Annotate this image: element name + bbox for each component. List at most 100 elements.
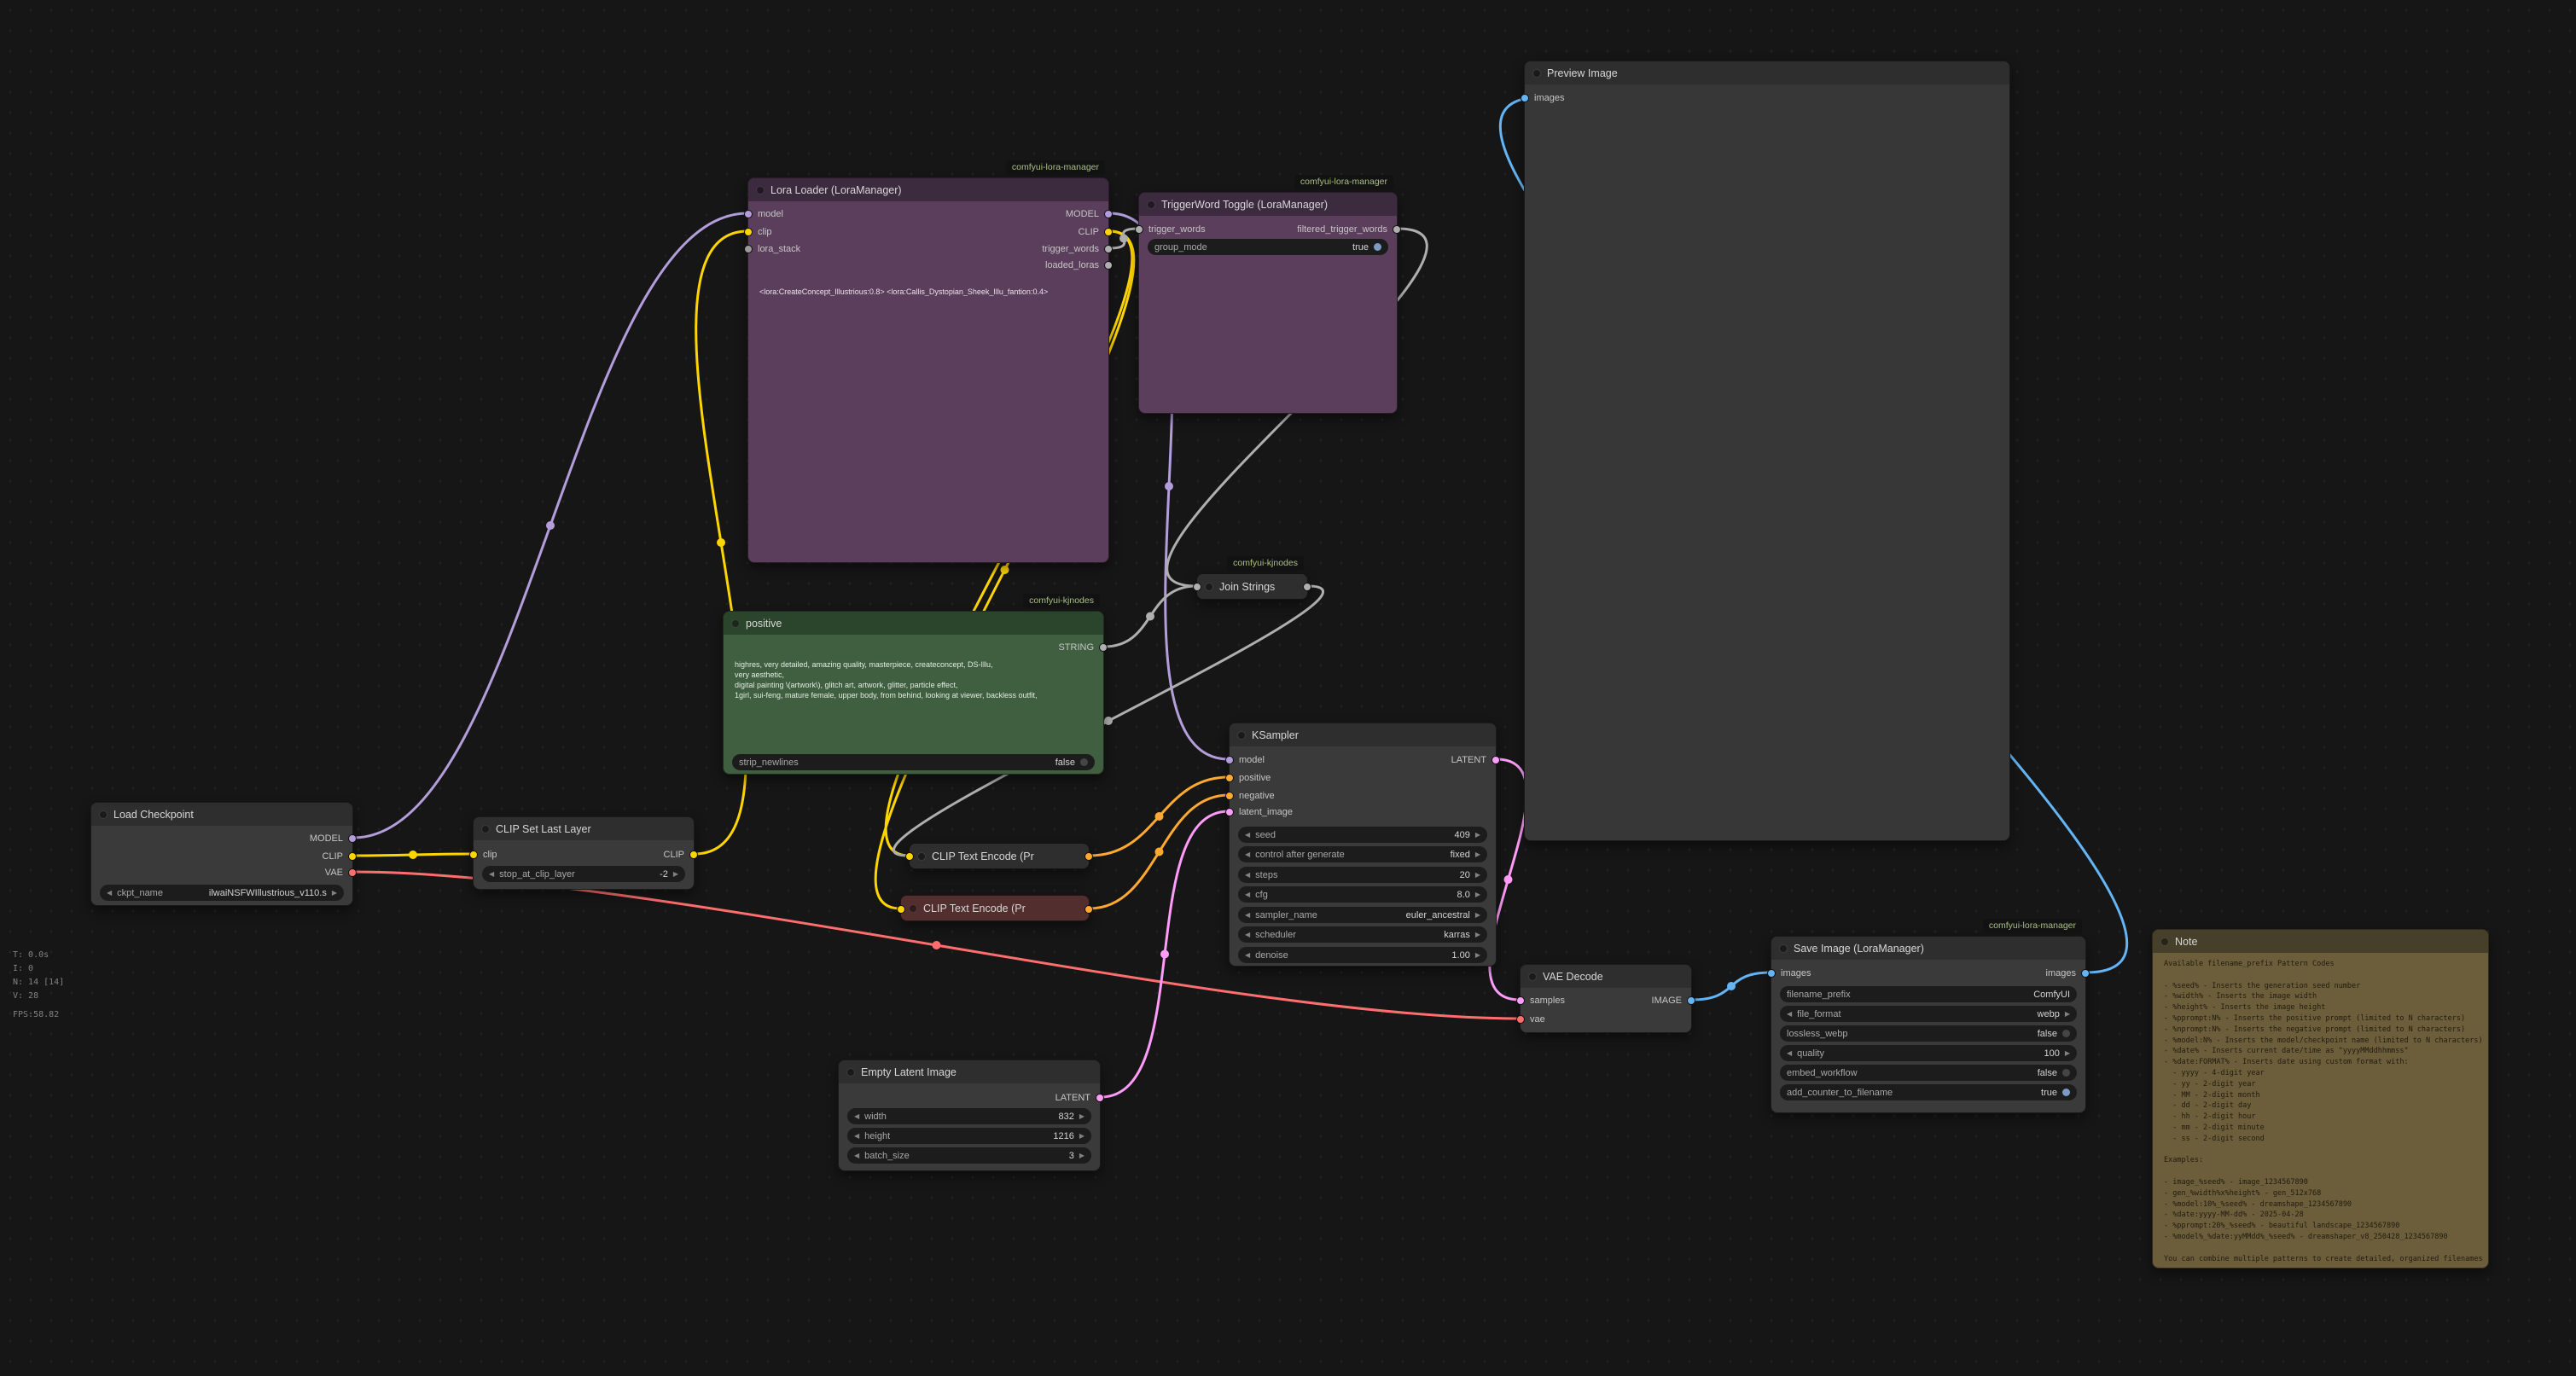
widget-strip_newlines[interactable]: strip_newlinesfalse [732, 754, 1095, 770]
collapse-dot-icon[interactable] [1237, 731, 1246, 740]
node-empty-latent-image[interactable]: Empty Latent Image LATENT◀width832▶◀heig… [838, 1060, 1101, 1171]
output-port-clip_text_encode_negative-dot[interactable] [1084, 905, 1093, 914]
input-port-images-dot[interactable] [1767, 969, 1776, 978]
input-port-clip-dot[interactable] [469, 851, 478, 859]
collapse-dot-icon[interactable] [1532, 69, 1541, 78]
node-clip-set-last-layer[interactable]: CLIP Set Last Layer clipCLIP◀stop_at_cli… [473, 816, 695, 890]
node-clip-text-encode-negative[interactable]: CLIP Text Encode (Pr [900, 895, 1090, 921]
widget-batch_size[interactable]: ◀batch_size3▶ [847, 1147, 1091, 1164]
node-join-strings[interactable]: comfyui-kjnodes Join Strings [1196, 573, 1308, 600]
widget-file_format[interactable]: ◀file_formatwebp▶ [1780, 1006, 2077, 1022]
node-title-bar[interactable]: Save Image (LoraManager) [1771, 937, 2085, 960]
widget-steps[interactable]: ◀steps20▶ [1238, 867, 1487, 883]
toggle-knob-icon[interactable] [2062, 1030, 2070, 1037]
combo-right-arrow-icon[interactable]: ▶ [1475, 846, 1480, 862]
output-port-clip_text_encode_positive-dot[interactable] [1084, 852, 1093, 861]
combo-right-arrow-icon[interactable]: ▶ [1475, 926, 1480, 943]
widget-lossless_webp[interactable]: lossless_webpfalse [1780, 1025, 2077, 1042]
combo-right-arrow-icon[interactable]: ▶ [1475, 827, 1480, 843]
node-positive-prompt[interactable]: comfyui-kjnodes positive highres, very d… [723, 611, 1104, 775]
combo-right-arrow-icon[interactable]: ▶ [2065, 1006, 2070, 1022]
widget-add_counter_to_filename[interactable]: add_counter_to_filenametrue [1780, 1084, 2077, 1100]
combo-right-arrow-icon[interactable]: ▶ [1079, 1147, 1084, 1164]
output-port-MODEL-dot[interactable] [1104, 210, 1113, 218]
widget-cfg[interactable]: ◀cfg8.0▶ [1238, 886, 1487, 903]
combo-right-arrow-icon[interactable]: ▶ [1079, 1128, 1084, 1144]
toggle-knob-icon[interactable] [1080, 758, 1088, 766]
output-port-CLIP-dot[interactable] [1104, 228, 1113, 236]
input-port-model-dot[interactable] [1225, 756, 1234, 764]
combo-right-arrow-icon[interactable]: ▶ [2065, 1045, 2070, 1061]
node-title-bar[interactable]: KSampler [1230, 723, 1496, 746]
input-port-model-dot[interactable] [744, 210, 753, 218]
lora-syntax-text[interactable]: <lora:CreateConcept_Illustrious:0.8> <lo… [759, 287, 1104, 296]
combo-right-arrow-icon[interactable]: ▶ [1079, 1108, 1084, 1124]
node-title-bar[interactable]: Lora Loader (LoraManager) [748, 178, 1108, 201]
node-title-bar[interactable]: CLIP Set Last Layer [474, 817, 694, 840]
widget-stop_at_clip_layer[interactable]: ◀stop_at_clip_layer-2▶ [482, 866, 685, 882]
combo-right-arrow-icon[interactable]: ▶ [1475, 886, 1480, 903]
node-lora-loader[interactable]: comfyui-lora-manager Lora Loader (LoraMa… [747, 177, 1109, 563]
prompt-text[interactable]: highres, very detailed, amazing quality,… [735, 659, 1098, 748]
node-title-bar[interactable]: Join Strings [1197, 574, 1307, 599]
collapse-dot-icon[interactable] [99, 810, 108, 819]
collapse-dot-icon[interactable] [1779, 944, 1788, 953]
node-note[interactable]: Note Available filename_prefix Pattern C… [2152, 929, 2489, 1269]
node-clip-text-encode-positive[interactable]: CLIP Text Encode (Pr [909, 843, 1090, 869]
widget-seed[interactable]: ◀seed409▶ [1238, 827, 1487, 843]
output-port-IMAGE-dot[interactable] [1687, 996, 1695, 1005]
combo-left-arrow-icon[interactable]: ◀ [1245, 827, 1250, 843]
collapse-dot-icon[interactable] [1205, 583, 1213, 591]
output-port-join_strings-dot[interactable] [1303, 583, 1311, 591]
collapse-dot-icon[interactable] [917, 852, 926, 861]
output-port-LATENT-dot[interactable] [1096, 1094, 1104, 1102]
combo-left-arrow-icon[interactable]: ◀ [489, 866, 494, 882]
node-triggerword-toggle[interactable]: comfyui-lora-manager TriggerWord Toggle … [1138, 192, 1398, 414]
input-port-vae-dot[interactable] [1516, 1015, 1525, 1024]
node-title-bar[interactable]: CLIP Text Encode (Pr [901, 896, 1089, 920]
output-port-MODEL-dot[interactable] [348, 834, 357, 843]
combo-right-arrow-icon[interactable]: ▶ [332, 885, 337, 901]
output-port-trigger_words-dot[interactable] [1104, 245, 1113, 253]
node-load-checkpoint[interactable]: Load Checkpoint MODELCLIPVAE◀ckpt_nameil… [90, 802, 353, 906]
output-port-filtered_trigger_words-dot[interactable] [1393, 225, 1401, 234]
combo-left-arrow-icon[interactable]: ◀ [1787, 1045, 1792, 1061]
input-port-clip_text_encode_positive-dot[interactable] [905, 852, 914, 861]
output-port-VAE-dot[interactable] [348, 868, 357, 877]
combo-left-arrow-icon[interactable]: ◀ [1245, 947, 1250, 963]
combo-left-arrow-icon[interactable]: ◀ [1245, 926, 1250, 943]
collapse-dot-icon[interactable] [2160, 938, 2169, 946]
input-port-negative-dot[interactable] [1225, 792, 1234, 800]
combo-left-arrow-icon[interactable]: ◀ [854, 1108, 859, 1124]
combo-left-arrow-icon[interactable]: ◀ [1245, 846, 1250, 862]
collapse-dot-icon[interactable] [909, 904, 917, 913]
node-title-bar[interactable]: CLIP Text Encode (Pr [910, 844, 1089, 868]
output-port-LATENT-dot[interactable] [1492, 756, 1500, 764]
widget-quality[interactable]: ◀quality100▶ [1780, 1045, 2077, 1061]
widget-width[interactable]: ◀width832▶ [847, 1108, 1091, 1124]
widget-denoise[interactable]: ◀denoise1.00▶ [1238, 947, 1487, 963]
input-port-images-dot[interactable] [1521, 94, 1529, 102]
node-save-image[interactable]: comfyui-lora-manager Save Image (LoraMan… [1771, 936, 2086, 1113]
toggle-knob-icon[interactable] [1374, 243, 1381, 251]
input-port-trigger_words-dot[interactable] [1135, 225, 1143, 234]
node-title-bar[interactable]: TriggerWord Toggle (LoraManager) [1139, 193, 1397, 216]
output-port-STRING-dot[interactable] [1099, 643, 1108, 652]
widget-ckpt_name[interactable]: ◀ckpt_nameilwaiNSFWIllustrious_v110.s▶ [100, 885, 344, 901]
widget-scheduler[interactable]: ◀schedulerkarras▶ [1238, 926, 1487, 943]
widget-embed_workflow[interactable]: embed_workflowfalse [1780, 1065, 2077, 1081]
input-port-latent_image-dot[interactable] [1225, 808, 1234, 816]
input-port-samples-dot[interactable] [1516, 996, 1525, 1005]
combo-right-arrow-icon[interactable]: ▶ [673, 866, 678, 882]
combo-right-arrow-icon[interactable]: ▶ [1475, 867, 1480, 883]
node-title-bar[interactable]: Note [2153, 930, 2488, 953]
combo-right-arrow-icon[interactable]: ▶ [1475, 947, 1480, 963]
node-title-bar[interactable]: VAE Decode [1521, 965, 1691, 988]
widget-control_after_generate[interactable]: ◀control after generatefixed▶ [1238, 846, 1487, 862]
output-port-images-dot[interactable] [2081, 969, 2090, 978]
node-ksampler[interactable]: KSampler modelpositivenegativelatent_ima… [1229, 723, 1497, 967]
collapse-dot-icon[interactable] [731, 619, 740, 628]
node-title-bar[interactable]: Preview Image [1525, 61, 2009, 84]
input-port-clip_text_encode_negative-dot[interactable] [897, 905, 905, 914]
toggle-knob-icon[interactable] [2062, 1089, 2070, 1096]
